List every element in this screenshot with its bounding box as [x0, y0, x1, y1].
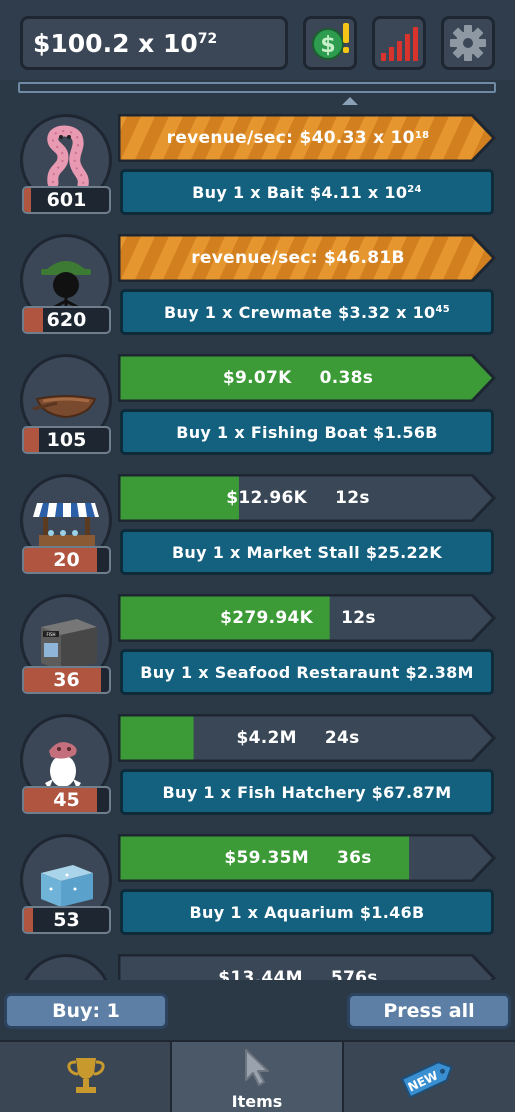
- gear-icon: [450, 25, 486, 61]
- cursor-icon: [245, 1049, 269, 1086]
- tab-bar: Items NEW: [0, 1040, 515, 1112]
- new-tag-icon: NEW: [400, 1061, 453, 1099]
- tab-items[interactable]: Items: [172, 1042, 344, 1112]
- press-all-button[interactable]: Press all: [347, 993, 511, 1029]
- production-bar[interactable]: $13.44M 576s: [118, 954, 496, 980]
- item-row-aquarium: 53 $59.35M 36s Buy 1 x Aquarium $1.46B: [0, 828, 515, 948]
- buy-market-stall-button[interactable]: Buy 1 x Market Stall $25.22K: [120, 529, 494, 575]
- trophy-icon: [67, 1058, 105, 1093]
- buy-fishing-boat-button[interactable]: Buy 1 x Fishing Boat $1.56B: [120, 409, 494, 455]
- production-label: $59.35M 36s: [224, 848, 372, 868]
- revenue-bar[interactable]: revenue/sec: $40.33 x 10 18: [118, 114, 496, 162]
- item-row-next: $13.44M 576s: [0, 948, 515, 980]
- item-row-market-stall: 20 $12.96K 12s Buy 1 x Market Stall $25.2…: [0, 468, 515, 588]
- revenue-label: revenue/sec: $40.33 x 10 18: [166, 128, 430, 148]
- buy-fish-hatchery-button[interactable]: Buy 1 x Fish Hatchery $67.87M: [120, 769, 494, 815]
- item-row-bait: 601 revenue/sec: $40.33 x 10 18 Buy 1 x B…: [0, 108, 515, 228]
- item-row-fishing-boat: 105 $9.07K 0.38s Buy 1 x Fishing Boat $1.…: [0, 348, 515, 468]
- item-avatar[interactable]: [20, 954, 112, 980]
- money-value: $100.2 x 10: [33, 28, 198, 58]
- production-label: $13.44M 576s: [218, 968, 378, 980]
- svg-text:FISH: FISH: [46, 632, 55, 637]
- production-label: $279.94K 12s: [220, 608, 376, 628]
- stats-button[interactable]: [372, 16, 426, 70]
- production-bar[interactable]: $4.2M 24s: [118, 714, 496, 762]
- buy-aquarium-button[interactable]: Buy 1 x Aquarium $1.46B: [120, 889, 494, 935]
- production-label: $4.2M 24s: [236, 728, 360, 748]
- production-bar[interactable]: $12.96K 12s: [118, 474, 496, 522]
- money-display: $100.2 x 10 72: [20, 16, 288, 70]
- item-row-fish-hatchery: 45 $4.2M 24s Buy 1 x Fish Hatchery $67.87…: [0, 708, 515, 828]
- owned-count: 36: [22, 666, 111, 694]
- settings-button[interactable]: [441, 16, 495, 70]
- production-bar[interactable]: $279.94K 12s: [118, 594, 496, 642]
- production-label: $12.96K 12s: [226, 488, 370, 508]
- global-progress-strip: [18, 82, 496, 93]
- money-exponent: 72: [197, 31, 218, 47]
- item-row-seafood-restaurant: FISH 36 $279.94K 12s Buy 1 x Seafood Rest…: [0, 588, 515, 708]
- buy-multiplier-button[interactable]: Buy: 1: [4, 993, 168, 1029]
- owned-count: 45: [22, 786, 111, 814]
- tab-new[interactable]: NEW: [344, 1042, 515, 1112]
- top-bar: $100.2 x 10 72 $: [0, 0, 515, 80]
- production-label: $9.07K 0.38s: [222, 368, 374, 388]
- svg-text:$: $: [320, 33, 335, 58]
- owned-count: 105: [22, 426, 111, 454]
- revenue-label: revenue/sec: $46.81B: [191, 248, 405, 268]
- owned-count: 53: [22, 906, 111, 934]
- item-list[interactable]: 601 revenue/sec: $40.33 x 10 18 Buy 1 x B…: [0, 108, 515, 980]
- buy-crewmate-button[interactable]: Buy 1 x Crewmate $3.32 x 10 45: [120, 289, 494, 335]
- money-alert-icon: $: [312, 23, 349, 60]
- production-bar[interactable]: $59.35M 36s: [118, 834, 496, 882]
- buy-seafood-restaurant-button[interactable]: Buy 1 x Seafood Restaraunt $2.38M: [120, 649, 494, 695]
- revenue-bar[interactable]: revenue/sec: $46.81B: [118, 234, 496, 282]
- money-alert-button[interactable]: $: [303, 16, 357, 70]
- owned-count: 620: [22, 306, 111, 334]
- production-bar[interactable]: $9.07K 0.38s: [118, 354, 496, 402]
- owned-count: 20: [22, 546, 111, 574]
- tab-achievements[interactable]: [0, 1042, 172, 1112]
- item-row-crewmate: 620 revenue/sec: $46.81B Buy 1 x Crewmat…: [0, 228, 515, 348]
- bar-chart-icon: [381, 27, 418, 61]
- tab-items-label: Items: [231, 1092, 283, 1111]
- owned-count: 601: [22, 186, 111, 214]
- buy-bait-button[interactable]: Buy 1 x Bait $4.11 x 10 24: [120, 169, 494, 215]
- scroll-up-caret-icon[interactable]: [342, 97, 358, 105]
